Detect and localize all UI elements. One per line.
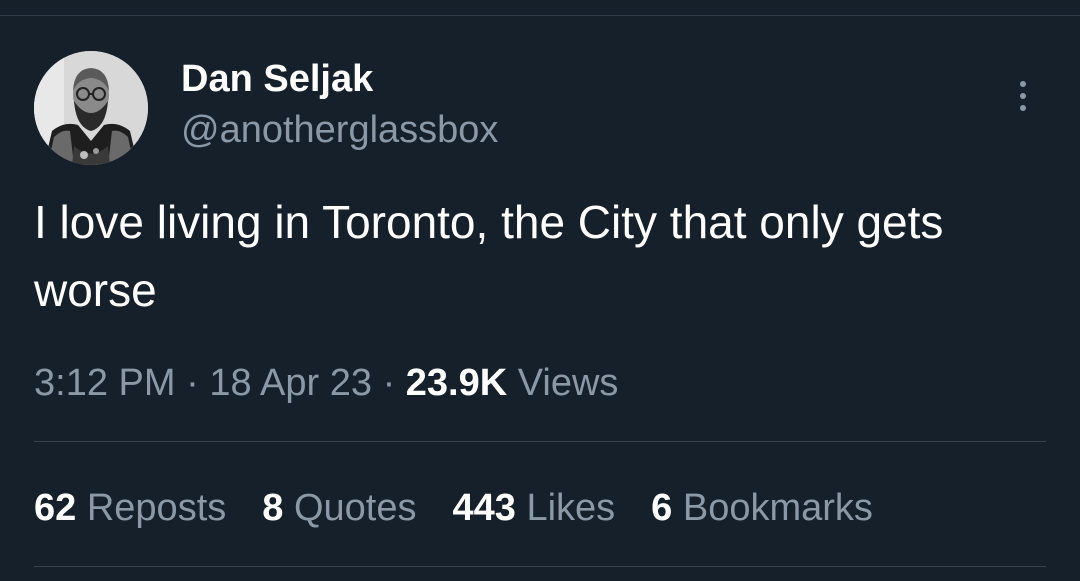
more-vertical-icon[interactable]: [1005, 74, 1041, 118]
avatar[interactable]: [34, 51, 148, 165]
reposts-count: 62: [34, 487, 77, 529]
quotes-label: Quotes: [293, 487, 417, 529]
avatar-image: [34, 51, 148, 165]
views-label[interactable]: Views: [518, 362, 619, 404]
more-dot: [1020, 105, 1026, 111]
bookmarks-count: 6: [651, 487, 673, 529]
stats-bottom-divider: [34, 566, 1046, 567]
quotes-count: 8: [262, 487, 284, 529]
more-dot: [1020, 93, 1026, 99]
more-dot: [1020, 81, 1026, 87]
tweet-date[interactable]: 18 Apr 23: [209, 362, 372, 404]
author-handle[interactable]: @anotherglassbox: [181, 108, 498, 152]
tweet-time[interactable]: 3:12 PM: [34, 362, 176, 404]
reposts-label: Reposts: [86, 487, 227, 529]
tweet-meta: 3:12 PM · 18 Apr 23 · 23.9K Views: [34, 360, 618, 406]
meta-separator: ·: [382, 362, 396, 404]
reposts-stat[interactable]: 62 Reposts: [34, 485, 226, 531]
bookmarks-stat[interactable]: 6 Bookmarks: [651, 485, 873, 531]
top-divider: [0, 15, 1080, 16]
views-count[interactable]: 23.9K: [406, 362, 507, 404]
stats-top-divider: [34, 441, 1046, 442]
engagement-stats: 62 Reposts 8 Quotes 443 Likes 6 Bookmark…: [34, 485, 909, 531]
likes-stat[interactable]: 443 Likes: [452, 485, 615, 531]
bookmarks-label: Bookmarks: [682, 487, 873, 529]
likes-count: 443: [452, 487, 516, 529]
tweet-card: Dan Seljak @anotherglassbox I love livin…: [0, 0, 1080, 581]
meta-separator: ·: [186, 362, 199, 404]
tweet-text: I love living in Toronto, the City that …: [34, 196, 944, 316]
likes-label: Likes: [526, 487, 616, 529]
quotes-stat[interactable]: 8 Quotes: [262, 485, 416, 531]
author-display-name[interactable]: Dan Seljak: [181, 57, 373, 101]
